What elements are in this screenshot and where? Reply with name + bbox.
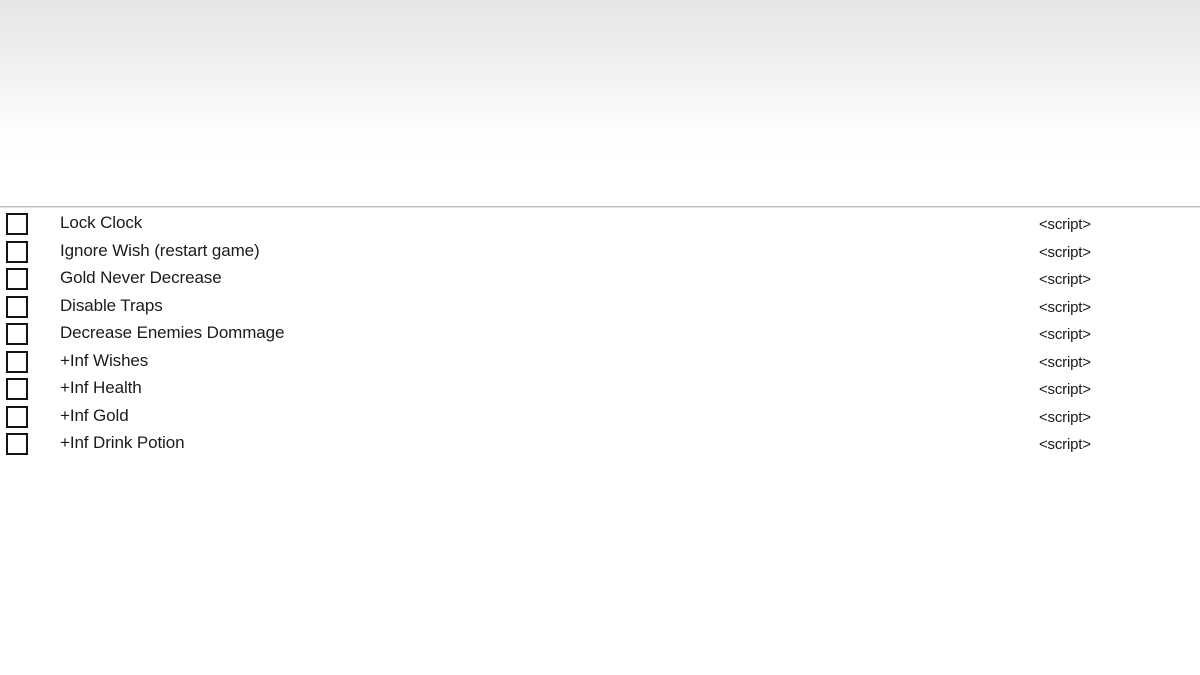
cheat-label: +Inf Drink Potion xyxy=(60,433,185,452)
cheat-row[interactable]: +Inf Wishes <script> xyxy=(0,348,1200,376)
cheat-row[interactable]: +Inf Health <script> xyxy=(0,375,1200,403)
cheat-row[interactable]: Lock Clock <script> xyxy=(0,210,1200,238)
cheat-script-tag: <script> xyxy=(1039,243,1091,261)
cheat-row[interactable]: Gold Never Decrease <script> xyxy=(0,265,1200,293)
cheat-checkbox[interactable] xyxy=(6,268,28,290)
cheat-checkbox[interactable] xyxy=(6,295,28,318)
header-divider-shadow xyxy=(0,207,1200,208)
cheat-script-tag: <script> xyxy=(1039,298,1091,316)
cheat-script-tag: <script> xyxy=(1039,216,1091,233)
cheat-list: Lock Clock <script> Ignore Wish (restart g… xyxy=(0,210,1200,458)
cheat-row[interactable]: +Inf Drink Potion <script> xyxy=(0,430,1200,458)
cheat-checkbox[interactable] xyxy=(6,240,28,263)
cheat-script-tag: <script> xyxy=(1039,381,1091,398)
cheat-checkbox[interactable] xyxy=(6,378,28,400)
cheat-checkbox[interactable] xyxy=(6,405,28,428)
cheat-script-tag: <script> xyxy=(1039,353,1091,371)
cheat-label: Lock Clock xyxy=(60,213,143,232)
cheat-row[interactable]: Decrease Enemies Dommage <script> xyxy=(0,320,1200,348)
cheat-script-tag: <script> xyxy=(1039,436,1091,453)
cheat-row[interactable]: Ignore Wish (restart game) <script> xyxy=(0,238,1200,266)
cheat-checkbox[interactable] xyxy=(6,323,28,345)
cheat-checkbox[interactable] xyxy=(6,213,28,235)
cheat-checkbox[interactable] xyxy=(6,350,28,373)
cheat-label: +Inf Gold xyxy=(60,405,129,425)
cheat-row[interactable]: Disable Traps <script> xyxy=(0,293,1200,321)
cheat-script-tag: <script> xyxy=(1039,408,1091,426)
cheat-checkbox[interactable] xyxy=(6,433,28,455)
cheat-label: Ignore Wish (restart game) xyxy=(60,240,260,260)
cheat-script-tag: <script> xyxy=(1039,326,1091,343)
cheat-script-tag: <script> xyxy=(1039,271,1091,288)
cheat-label: +Inf Health xyxy=(60,378,142,397)
cheat-label: Disable Traps xyxy=(60,295,163,315)
cheat-label: Decrease Enemies Dommage xyxy=(60,323,285,342)
cheat-row[interactable]: +Inf Gold <script> xyxy=(0,403,1200,431)
cheat-label: +Inf Wishes xyxy=(60,350,149,370)
cheat-label: Gold Never Decrease xyxy=(60,268,222,287)
header-gradient-band xyxy=(0,0,1200,207)
